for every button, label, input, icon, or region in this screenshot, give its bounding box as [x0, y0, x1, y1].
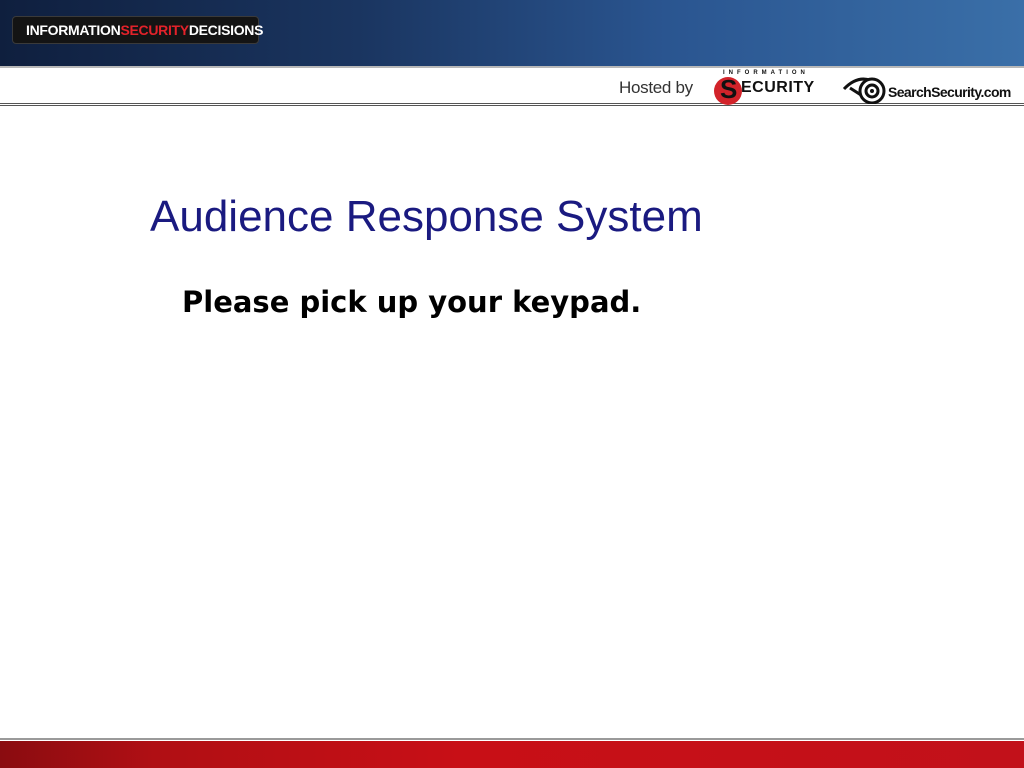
footer-divider: [0, 738, 1024, 740]
brand-logo-part1: INFORMATION: [26, 22, 121, 38]
brand-logo-part2: SECURITY: [120, 22, 189, 38]
information-security-logo-word: ECURITY: [741, 79, 815, 96]
brand-logo: INFORMATION SECURITY DECISIONS: [12, 16, 263, 44]
slide-subtitle: Please pick up your keypad.: [182, 285, 642, 319]
eye-icon: [842, 77, 886, 104]
hosted-by-bar: Hosted by INFORMATION S ECURITY SearchSe…: [0, 66, 1024, 106]
brand-logo-part3: DECISIONS: [188, 22, 264, 38]
information-security-logo: INFORMATION S ECURITY: [713, 70, 825, 105]
footer-bar: [0, 741, 1024, 768]
slide-title: Audience Response System: [150, 192, 703, 241]
top-banner: INFORMATION SECURITY DECISIONS: [0, 0, 1024, 66]
searchsecurity-logo-text: SearchSecurity.com: [888, 84, 1011, 100]
hosted-by-label: Hosted by: [619, 78, 693, 97]
searchsecurity-logo: SearchSecurity.com: [842, 72, 1017, 104]
information-security-logo-letter: S: [720, 74, 738, 104]
